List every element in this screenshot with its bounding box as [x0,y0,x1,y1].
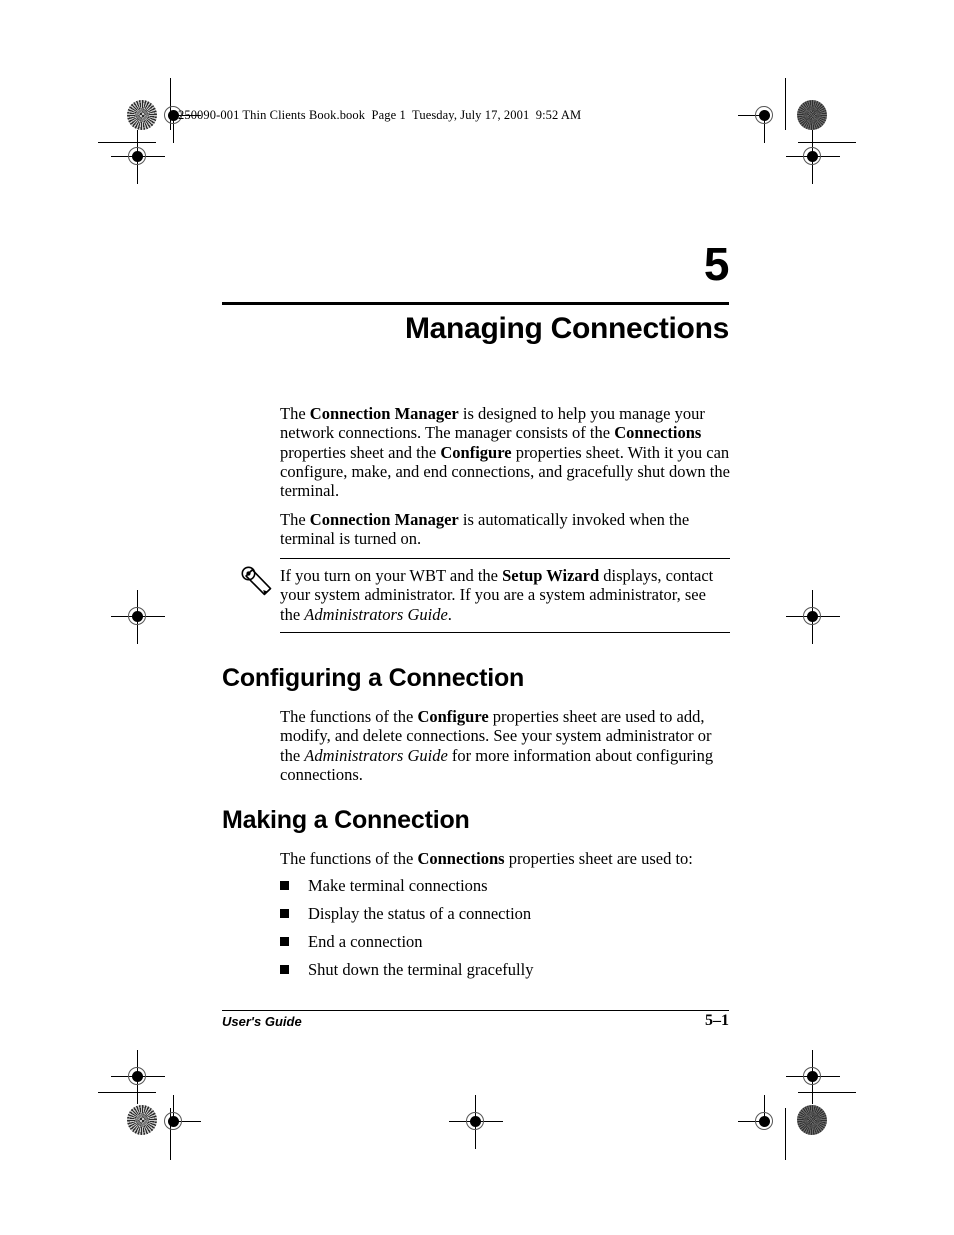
footer-page-number: 5–1 [705,1012,729,1029]
square-bullet-icon [280,881,289,890]
note-top-rule [280,558,730,559]
file-slug-line: 250090-001 Thin Clients Book.book Page 1… [178,108,582,122]
paragraph-text: The Connection Manager is automatically … [280,510,730,549]
bold-term-configure: Configure [440,442,512,462]
text-segment: The [280,404,310,423]
section-heading-making-a-connection: Making a Connection [222,806,470,834]
list-item-label: Display the status of a connection [308,904,532,923]
bold-term-configure: Configure [417,707,489,726]
italic-title-administrators-guide: Administrators Guide [304,604,448,624]
trim-rule-bottom-right-vertical [785,1108,786,1160]
bold-term-connection-manager: Connection Manager [309,510,459,529]
italic-title-administrators-guide: Administrators Guide [304,745,448,765]
list-item: Display the status of a connection [280,904,730,932]
registration-crosshair-bottom-center [449,1095,503,1149]
square-bullet-icon [280,909,289,918]
text-segment: properties sheet and the [280,442,441,462]
note-bottom-rule [280,632,730,633]
text-segment: The [280,510,310,529]
crosshair-dot [807,1071,818,1082]
list-item-label: Shut down the terminal gracefully [308,960,534,979]
chapter-divider-rule [222,302,729,305]
registration-crosshair-upper-left-corner [111,130,165,184]
list-item: Shut down the terminal gracefully [280,960,730,988]
list-item-label: Make terminal connections [308,876,488,895]
chapter-number: 5 [703,238,730,290]
bold-term-setup-wizard: Setup Wizard [502,566,600,585]
crosshair-dot [759,1116,770,1127]
list-item: Make terminal connections [280,876,730,904]
text-segment: If you turn on your WBT and the [280,566,503,585]
configuring-paragraph: The functions of the Configure propertie… [280,707,730,784]
text-segment: properties sheet are used to: [504,849,693,868]
registration-crosshair-top-right [738,89,792,143]
registration-crosshair-mid-left [111,590,165,644]
bold-term-connections: Connections [417,849,505,868]
crosshair-dot [132,1071,143,1082]
pencil-note-icon [240,565,274,599]
trim-rule-lower-right-horizontal [798,1092,856,1093]
bold-term-connections: Connections [614,423,702,443]
registration-rosette-top-right [797,100,827,130]
list-item-label: End a connection [308,932,423,951]
square-bullet-icon [280,965,289,974]
crosshair-dot [132,611,143,622]
making-paragraph: The functions of the Connections propert… [280,849,730,868]
crosshair-dot [470,1116,481,1127]
trim-rule-top-right-vertical [785,78,786,130]
page-title: Managing Connections [404,312,729,345]
list-item: End a connection [280,932,730,960]
crosshair-dot [807,151,818,162]
crosshair-dot [807,611,818,622]
paragraph-text: The Connection Manager is designed to he… [280,404,730,500]
intro-paragraph: The Connection Manager is designed to he… [280,404,730,500]
auto-invoke-paragraph: The Connection Manager is automatically … [280,510,730,549]
registration-crosshair-bottom-left [147,1095,201,1149]
section-heading-configuring-a-connection: Configuring a Connection [222,664,525,692]
note-text: If you turn on your WBT and the Setup Wi… [280,566,730,624]
crosshair-dot [168,1116,179,1127]
text-segment: The functions of the [280,707,418,726]
making-a-connection-bullet-list: Make terminal connections Display the st… [280,876,730,988]
registration-crosshair-bottom-right [738,1095,792,1149]
registration-crosshair-lower-right-corner [786,1050,840,1104]
trim-rule-lower-left-horizontal [98,1092,156,1093]
crosshair-dot [132,151,143,162]
footer-divider-rule [222,1010,729,1011]
registration-rosette-bottom-right [797,1105,827,1135]
square-bullet-icon [280,937,289,946]
crosshair-dot [759,110,770,121]
text-segment: . [447,604,452,624]
document-page: 250090-001 Thin Clients Book.book Page 1… [0,0,954,1235]
paragraph-text: The functions of the Connections propert… [280,849,730,868]
registration-crosshair-upper-right-corner [786,130,840,184]
paragraph-text: The functions of the Configure propertie… [280,707,730,784]
registration-crosshair-mid-right [786,590,840,644]
text-segment: The functions of the [280,849,418,868]
bold-term-connection-manager: Connection Manager [309,404,459,423]
